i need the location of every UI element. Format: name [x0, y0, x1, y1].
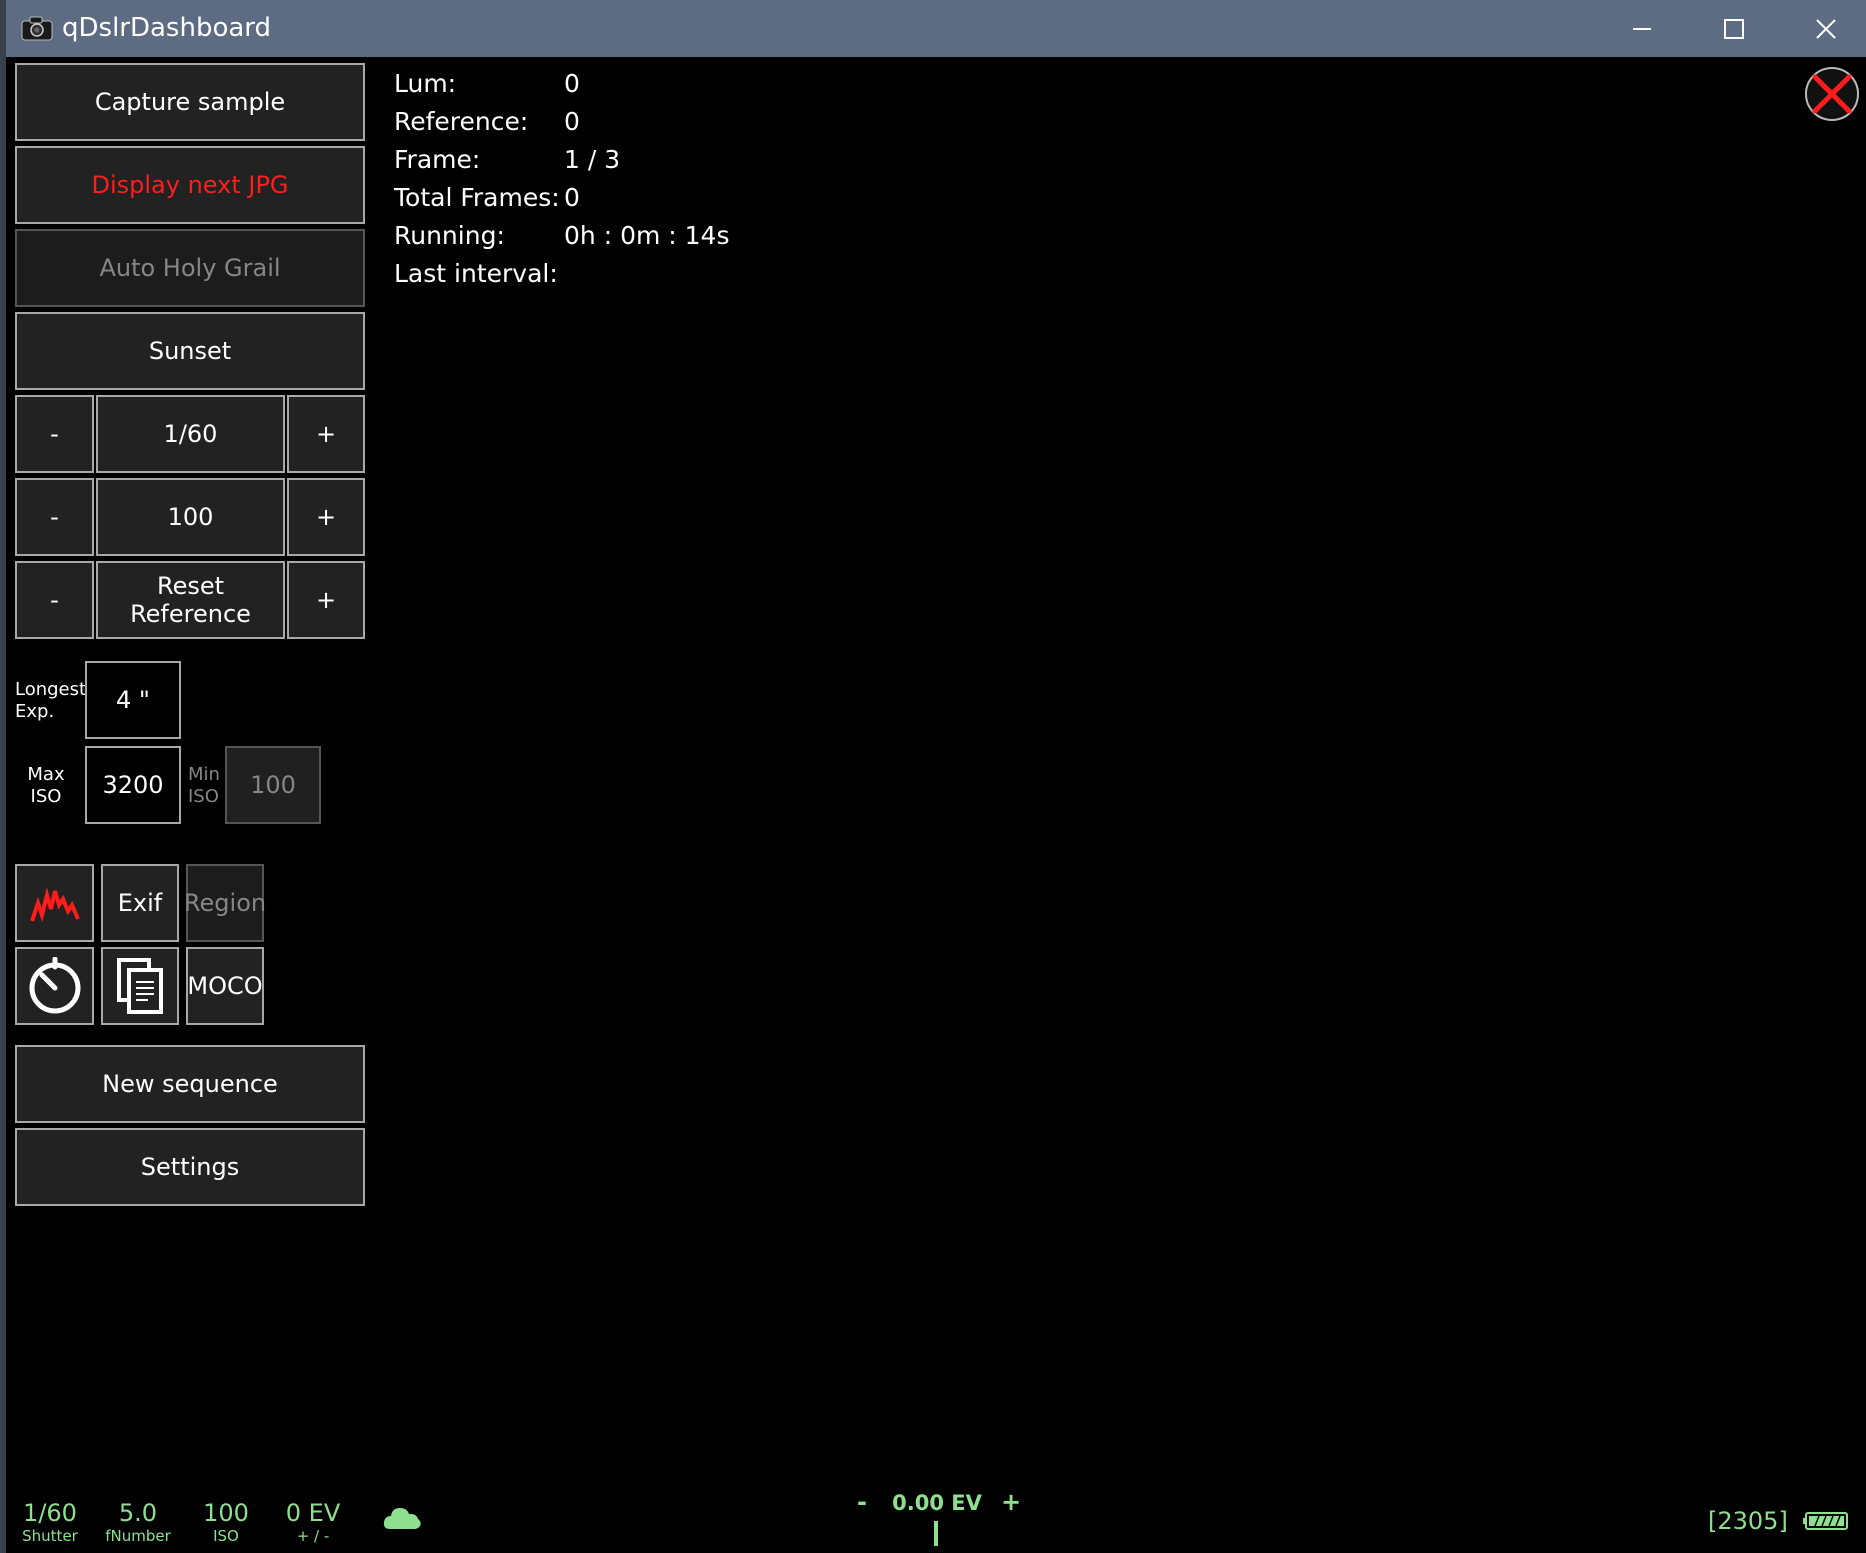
- ev-comp-decrease[interactable]: -: [857, 1488, 867, 1516]
- total-frames-value: 0: [564, 183, 580, 212]
- minimize-button[interactable]: [1596, 0, 1688, 57]
- region-button[interactable]: Region: [184, 864, 266, 942]
- ev-comp-value: 0.00 EV: [892, 1491, 982, 1515]
- exif-button[interactable]: Exif: [101, 864, 179, 942]
- close-window-button[interactable]: [1780, 0, 1866, 57]
- new-sequence-button[interactable]: New sequence: [15, 1045, 365, 1123]
- app-window: qDslrDashboard Capture sample Display ne…: [0, 0, 1866, 1553]
- status-ev-value[interactable]: 0 EV: [278, 1499, 348, 1527]
- min-iso-label: Min ISO: [188, 764, 220, 807]
- minimize-icon: [1633, 27, 1651, 30]
- reference-decrease-button[interactable]: -: [15, 561, 94, 639]
- reset-reference-label-line1: Reset: [156, 572, 225, 600]
- status-fnumber-value[interactable]: 5.0: [100, 1499, 176, 1527]
- battery-icon: [1803, 1512, 1848, 1530]
- maximize-icon: [1724, 18, 1744, 39]
- last-interval-label: Last interval:: [394, 259, 558, 288]
- window-title: qDslrDashboard: [62, 13, 272, 43]
- shutter-value-button[interactable]: 1/60: [96, 395, 285, 473]
- reset-reference-label-line2: Reference: [130, 600, 251, 628]
- running-label: Running:: [394, 221, 505, 250]
- copy-button[interactable]: [101, 947, 179, 1025]
- iso-value-button[interactable]: 100: [96, 478, 285, 556]
- histogram-icon: [29, 887, 80, 923]
- camera-icon: [21, 16, 53, 41]
- frame-value: 1 / 3: [564, 145, 621, 174]
- total-frames-label: Total Frames:: [394, 183, 560, 212]
- min-iso-field[interactable]: 100: [225, 746, 321, 824]
- lum-value: 0: [564, 69, 580, 98]
- sunset-button[interactable]: Sunset: [15, 312, 365, 390]
- reference-increase-button[interactable]: +: [287, 561, 365, 639]
- reset-reference-button[interactable]: Reset Reference: [96, 561, 285, 639]
- frame-label: Frame:: [394, 145, 481, 174]
- timer-icon: [29, 957, 80, 1014]
- status-iso-label: ISO: [213, 1527, 239, 1545]
- desktop-background: [0, 0, 6, 1553]
- shutter-decrease-button[interactable]: -: [15, 395, 94, 473]
- ev-comp-marker: [934, 1521, 938, 1546]
- settings-button[interactable]: Settings: [15, 1128, 365, 1206]
- shutter-increase-button[interactable]: +: [287, 395, 365, 473]
- display-next-jpg-button[interactable]: Display next JPG: [15, 146, 365, 224]
- histogram-button[interactable]: [15, 864, 94, 942]
- copy-icon: [117, 958, 163, 1014]
- max-iso-label: Max ISO: [27, 764, 65, 807]
- close-icon: [1816, 18, 1836, 39]
- capture-sample-button[interactable]: Capture sample: [15, 63, 365, 141]
- status-ev-label: + / -: [296, 1527, 330, 1545]
- reference-label: Reference:: [394, 107, 529, 136]
- status-shutter-value[interactable]: 1/60: [14, 1499, 86, 1527]
- cloud-icon[interactable]: [382, 1503, 422, 1533]
- title-bar[interactable]: qDslrDashboard: [6, 0, 1866, 57]
- moco-button[interactable]: MOCO: [186, 947, 264, 1025]
- status-shutter-label: Shutter: [22, 1527, 78, 1545]
- status-fnumber-label: fNumber: [105, 1527, 171, 1545]
- status-iso-value[interactable]: 100: [196, 1499, 256, 1527]
- auto-holy-grail-button[interactable]: Auto Holy Grail: [15, 229, 365, 307]
- maximize-button[interactable]: [1688, 0, 1780, 57]
- reference-value: 0: [564, 107, 580, 136]
- iso-increase-button[interactable]: +: [287, 478, 365, 556]
- max-iso-field[interactable]: 3200: [85, 746, 181, 824]
- running-value: 0h : 0m : 14s: [564, 221, 730, 250]
- shot-counter: [2305]: [1708, 1507, 1788, 1535]
- ev-comp-increase[interactable]: +: [1001, 1488, 1021, 1516]
- longest-exp-label: Longest Exp.: [15, 679, 87, 722]
- longest-exp-field[interactable]: 4 ": [85, 661, 181, 739]
- iso-decrease-button[interactable]: -: [15, 478, 94, 556]
- stop-close-icon[interactable]: [1804, 66, 1860, 122]
- lum-label: Lum:: [394, 69, 457, 98]
- timer-button[interactable]: [15, 947, 94, 1025]
